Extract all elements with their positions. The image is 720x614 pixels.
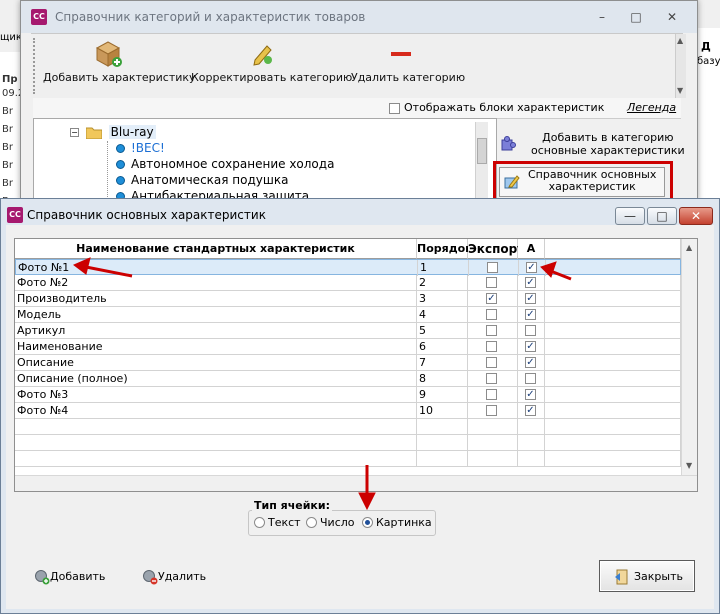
annotation-arrows [73, 257, 572, 511]
